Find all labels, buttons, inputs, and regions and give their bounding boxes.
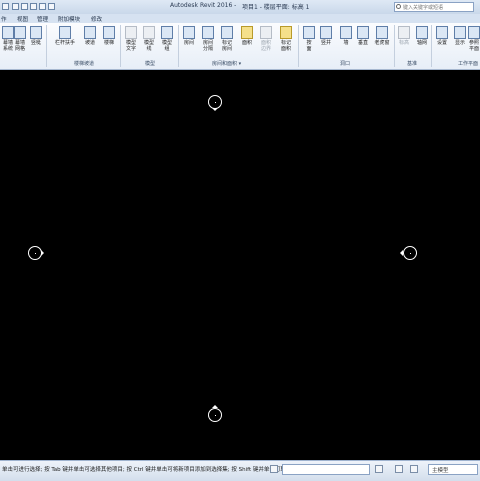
elevation-marker-east[interactable] [400, 246, 417, 260]
app-menu-icon[interactable] [2, 3, 9, 10]
ref-plane-button[interactable]: 参照 平面 [468, 26, 480, 52]
redo-icon[interactable] [39, 3, 46, 10]
group-label-opening: 洞口 [340, 61, 351, 67]
search-field[interactable]: 键入关键字或短语 [394, 2, 474, 12]
ref-plane-icon [468, 26, 480, 39]
ramp-button[interactable]: 坡道 [82, 26, 98, 46]
grid-button[interactable]: 轴网 [414, 26, 430, 46]
elevation-marker-north[interactable] [208, 95, 222, 111]
tab-view[interactable]: 视图 [17, 15, 28, 23]
by-face-icon [303, 26, 315, 39]
main-model-label: 主模型 [432, 468, 449, 474]
ramp-icon [84, 26, 96, 39]
set-workplane-button[interactable]: 设置 [434, 26, 450, 46]
area-button[interactable]: 面积 [239, 26, 255, 46]
wall-opening-button[interactable]: 墙 [338, 26, 354, 46]
room-button[interactable]: 房间 [181, 26, 197, 46]
tab-architecture[interactable]: 作 [1, 15, 7, 23]
model-text-button[interactable]: 模型 文字 [123, 26, 139, 52]
railing-button[interactable]: 栏杆扶手 [54, 26, 76, 46]
dormer-button[interactable]: 老虎窗 [373, 26, 391, 46]
status-bar: 单击可进行选择; 按 Tab 键并单击可选择其他项目; 按 Ctrl 键并单击可… [0, 460, 480, 481]
worksets-icon[interactable] [270, 465, 278, 473]
tag-area-button[interactable]: 标记 面积 [278, 26, 294, 52]
elevation-marker-west[interactable] [28, 246, 44, 260]
undo-icon[interactable] [30, 3, 37, 10]
room-icon [183, 26, 195, 39]
group-label-datum: 基准 [407, 61, 418, 67]
curtain-grid-button[interactable]: 幕墙 网格 [12, 26, 28, 52]
stair-icon [103, 26, 115, 39]
set-workplane-icon [436, 26, 448, 39]
by-face-button[interactable]: 按面 [301, 26, 317, 52]
railing-icon [59, 26, 71, 39]
search-placeholder: 键入关键字或短语 [403, 5, 444, 11]
print-icon[interactable] [48, 3, 55, 10]
vertical-opening-button[interactable]: 垂直 [355, 26, 371, 46]
status-message: 单击可进行选择; 按 Tab 键并单击可选择其他项目; 按 Ctrl 键并单击可… [2, 467, 308, 473]
area-boundary-icon [260, 26, 272, 39]
level-button[interactable]: 标高 [396, 26, 412, 46]
drawing-canvas[interactable] [0, 70, 480, 460]
show-workplane-button[interactable]: 显示 [452, 26, 468, 46]
title-bar: Autodesk Revit 2016 - 项目1 - 楼层平面: 标高 1 键… [0, 0, 480, 14]
model-text-icon [125, 26, 137, 39]
curtain-grid-icon [14, 26, 26, 39]
stair-button[interactable]: 楼梯 [101, 26, 117, 46]
room-separator-icon [202, 26, 214, 39]
tag-room-icon [221, 26, 233, 39]
shaft-icon [320, 26, 332, 39]
model-line-button[interactable]: 模型线 [141, 26, 157, 52]
window-title: Autodesk Revit 2016 - [170, 2, 237, 9]
save-icon[interactable] [21, 3, 28, 10]
room-separator-button[interactable]: 房间 分隔 [200, 26, 216, 52]
grid-icon [416, 26, 428, 39]
ribbon-panel: 幕墙 系统 幕墙 网格 竖梃 栏杆扶手 坡道 楼梯 模型 文字 模型线 模型组 房间 … [0, 23, 480, 70]
filter-icon[interactable] [395, 465, 403, 473]
tab-addins[interactable]: 附加模块 [58, 15, 80, 23]
mullion-icon [30, 26, 42, 39]
group-label-workplane: 工作平面 [458, 61, 479, 67]
model-group-icon [161, 26, 173, 39]
shaft-button[interactable]: 竖井 [318, 26, 334, 46]
tag-area-icon [280, 26, 292, 39]
area-icon [241, 26, 253, 39]
group-label-room-area[interactable]: 房间和面积 ▾ [212, 60, 241, 67]
tab-manage[interactable]: 管理 [37, 15, 48, 23]
select-links-icon[interactable] [410, 465, 418, 473]
project-title: 项目1 - 楼层平面: 标高 1 [242, 4, 310, 11]
wall-opening-icon [340, 26, 352, 39]
workset-combo[interactable] [282, 464, 370, 475]
open-icon[interactable] [12, 3, 19, 10]
group-label-stairs: 楼梯坡道 [74, 61, 95, 67]
model-group-button[interactable]: 模型组 [159, 26, 175, 52]
search-icon [396, 4, 401, 9]
elevation-marker-south[interactable] [208, 405, 222, 422]
design-options-icon[interactable] [375, 465, 383, 473]
model-line-icon [143, 26, 155, 39]
show-workplane-icon [454, 26, 466, 39]
area-boundary-button[interactable]: 面积 边界 [258, 26, 274, 52]
tab-modify[interactable]: 修改 [91, 15, 102, 23]
vertical-opening-icon [357, 26, 369, 39]
main-model-combo[interactable]: 主模型 [428, 464, 478, 475]
mullion-button[interactable]: 竖梃 [28, 26, 44, 46]
group-label-model: 模型 [145, 61, 156, 67]
level-icon [398, 26, 410, 39]
dormer-icon [376, 26, 388, 39]
tag-room-button[interactable]: 标记 房间 [219, 26, 235, 52]
